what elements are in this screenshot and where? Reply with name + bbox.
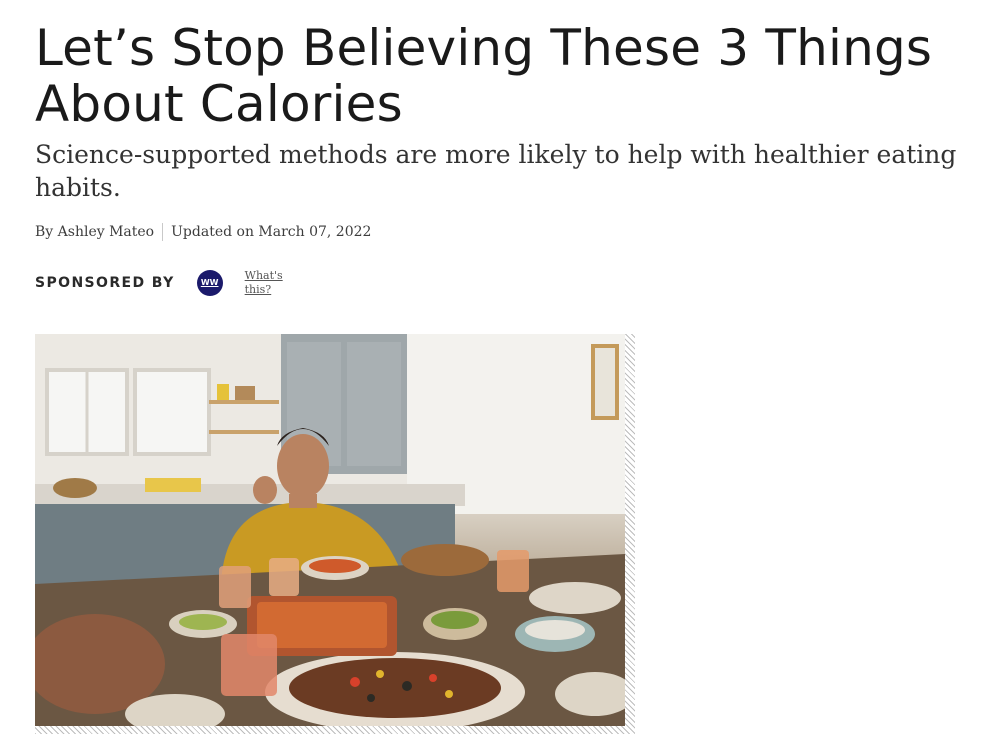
byline-prefix: By xyxy=(35,224,54,240)
whats-this-link[interactable]: What's this? xyxy=(245,269,289,297)
hero-figure xyxy=(35,334,635,734)
byline-divider xyxy=(162,223,164,241)
page-title: Let’s Stop Believing These 3 Things Abou… xyxy=(35,19,933,133)
byline: By Ashley Mateo Updated on March 07, 202… xyxy=(35,223,990,241)
article-header: Let’s Stop Believing These 3 Things Abou… xyxy=(35,20,990,299)
article-subtitle: Science-supported methods are more likel… xyxy=(35,140,957,202)
sponsored-by-label: SPONSORED BY xyxy=(35,275,175,291)
hero-photo xyxy=(35,334,625,726)
author-link[interactable]: Ashley Mateo xyxy=(58,224,154,240)
updated-date: Updated on March 07, 2022 xyxy=(171,224,372,240)
sponsor-bar: SPONSORED BY WW What's this? xyxy=(35,267,990,299)
ww-logo-text: WW xyxy=(200,278,219,287)
ww-logo-icon[interactable]: WW xyxy=(196,270,223,296)
